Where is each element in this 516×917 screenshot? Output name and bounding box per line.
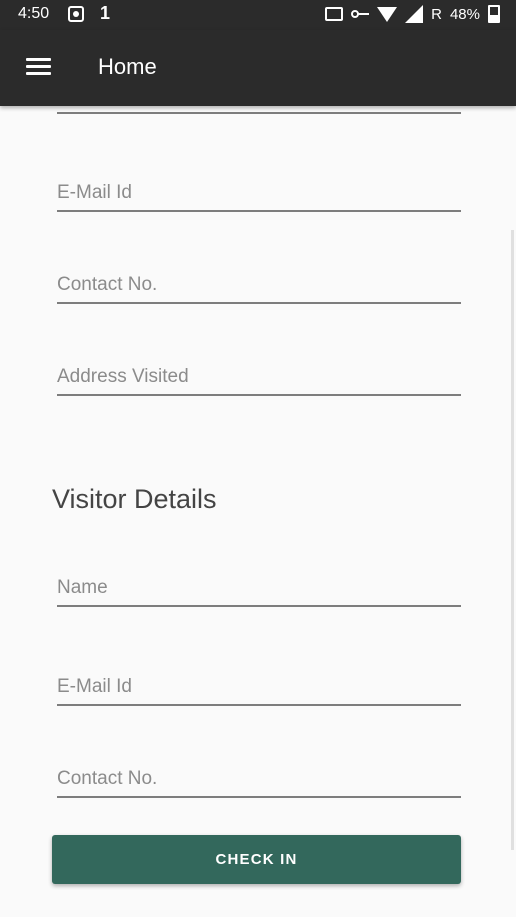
app-bar: Home [0, 30, 516, 106]
visitor-email-field[interactable] [57, 676, 461, 706]
host-email-input[interactable] [57, 182, 461, 210]
menu-icon[interactable] [26, 58, 51, 76]
status-time: 4:50 [18, 5, 50, 22]
visitor-name-input[interactable] [57, 577, 461, 605]
visitor-contact-input[interactable] [57, 768, 461, 796]
host-contact-input[interactable] [57, 274, 461, 302]
visitor-contact-field[interactable] [57, 768, 461, 798]
signal-icon [405, 5, 424, 23]
host-contact-field[interactable] [57, 274, 461, 304]
cast-icon [325, 7, 344, 21]
address-visited-input[interactable] [57, 366, 461, 394]
scrollbar[interactable] [511, 230, 514, 850]
visitor-email-input[interactable] [57, 676, 461, 704]
notification-count: 1 [100, 3, 111, 23]
visitor-name-field[interactable] [57, 577, 461, 607]
battery-percent: 48% [449, 5, 480, 23]
vpn-key-icon [351, 8, 370, 20]
address-visited-field[interactable] [57, 366, 461, 396]
network-type-label: R [431, 5, 442, 23]
app-notification-icon [68, 6, 84, 22]
previous-field-underline [57, 112, 461, 114]
status-icons: R 48% [325, 5, 500, 23]
wifi-icon [377, 6, 398, 22]
page-title: Home [98, 54, 157, 79]
status-bar: 4:50 1 R 48% [0, 0, 516, 30]
visitor-details-heading: Visitor Details [52, 484, 217, 514]
check-in-button[interactable]: CHECK IN [52, 835, 461, 884]
battery-icon [488, 5, 500, 23]
host-email-field[interactable] [57, 182, 461, 212]
